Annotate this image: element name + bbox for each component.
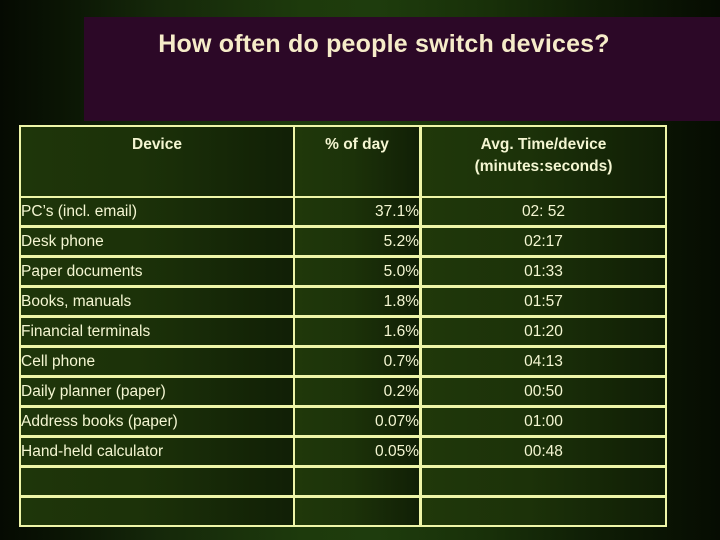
table-row: Hand-held calculator 0.05% 00:48 [19,437,667,467]
cell-device: Daily planner (paper) [19,377,294,407]
cell-avg-time [421,497,667,527]
cell-device: Paper documents [19,257,294,287]
table-row: Desk phone 5.2% 02:17 [19,227,667,257]
table-row: Daily planner (paper) 0.2% 00:50 [19,377,667,407]
cell-avg-time: 01:00 [421,407,667,437]
cell-device: PC’s (incl. email) [19,197,294,227]
cell-device: Desk phone [19,227,294,257]
table-header: Device % of day Avg. Time/device (minute… [19,125,667,197]
table-row: Paper documents 5.0% 01:33 [19,257,667,287]
cell-avg-time: 01:33 [421,257,667,287]
table-row [19,467,667,497]
cell-percent-of-day: 0.2% [294,377,421,407]
cell-device: Financial terminals [19,317,294,347]
table-header-row: Device % of day Avg. Time/device (minute… [19,125,667,197]
column-header-avg-time-line1: Avg. Time/device [480,136,607,153]
cell-device: Cell phone [19,347,294,377]
cell-device [19,467,294,497]
table-row: Address books (paper) 0.07% 01:00 [19,407,667,437]
page-title: How often do people switch devices? [158,30,610,58]
cell-percent-of-day: 37.1% [294,197,421,227]
table-row: Books, manuals 1.8% 01:57 [19,287,667,317]
column-header-percent-of-day: % of day [294,125,421,197]
device-usage-table: Device % of day Avg. Time/device (minute… [19,125,667,527]
column-header-device: Device [19,125,294,197]
cell-avg-time: 01:20 [421,317,667,347]
slide-canvas: How often do people switch devices? Devi… [0,0,720,540]
cell-percent-of-day: 5.0% [294,257,421,287]
cell-device [19,497,294,527]
cell-percent-of-day: 0.07% [294,407,421,437]
cell-device: Books, manuals [19,287,294,317]
cell-device: Address books (paper) [19,407,294,437]
cell-avg-time [421,467,667,497]
table-body: PC’s (incl. email) 37.1% 02: 52 Desk phone 5… [19,197,667,527]
column-header-avg-time: Avg. Time/device (minutes:seconds) [421,125,667,197]
cell-avg-time: 00:48 [421,437,667,467]
table-row: Financial terminals 1.6% 01:20 [19,317,667,347]
table-row: Cell phone 0.7% 04:13 [19,347,667,377]
cell-avg-time: 02: 52 [421,197,667,227]
cell-percent-of-day: 0.7% [294,347,421,377]
table-row [19,497,667,527]
column-header-avg-time-line2: (minutes:seconds) [474,158,613,176]
cell-avg-time: 00:50 [421,377,667,407]
cell-device: Hand-held calculator [19,437,294,467]
cell-percent-of-day [294,467,421,497]
cell-avg-time: 04:13 [421,347,667,377]
table-row: PC’s (incl. email) 37.1% 02: 52 [19,197,667,227]
cell-percent-of-day [294,497,421,527]
cell-percent-of-day: 0.05% [294,437,421,467]
cell-percent-of-day: 1.8% [294,287,421,317]
cell-percent-of-day: 1.6% [294,317,421,347]
cell-avg-time: 02:17 [421,227,667,257]
cell-percent-of-day: 5.2% [294,227,421,257]
cell-avg-time: 01:57 [421,287,667,317]
